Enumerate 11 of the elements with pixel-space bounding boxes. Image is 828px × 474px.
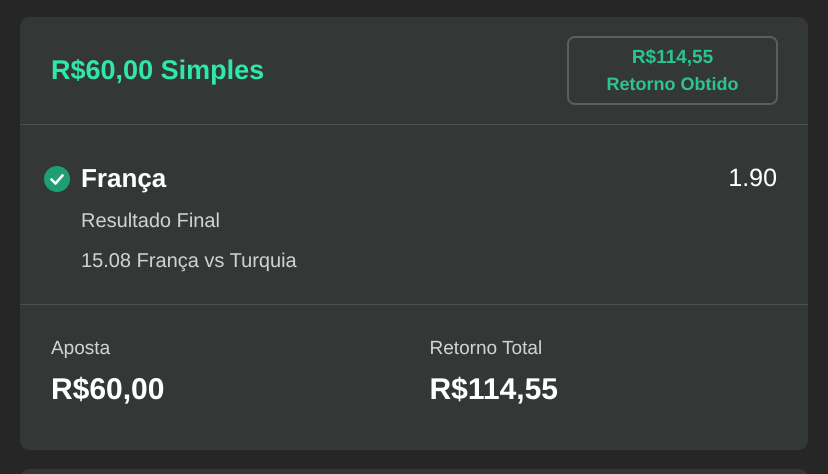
summary-value: R$114,55: [430, 372, 559, 408]
event-name: 15.08 França vs Turquia: [81, 249, 298, 274]
odds: 1.90: [728, 162, 777, 194]
selection-name: França: [81, 162, 166, 195]
return-label: Retorno Obtido: [606, 72, 738, 96]
summary-label: Retorno Total: [430, 337, 544, 361]
summary-value: R$60,00: [51, 372, 166, 408]
bet-title: R$60,00 Simples: [51, 54, 264, 88]
summary-label: Aposta: [51, 337, 112, 361]
market-name: Resultado Final: [81, 209, 221, 234]
return-amount: R$114,55: [632, 46, 714, 70]
